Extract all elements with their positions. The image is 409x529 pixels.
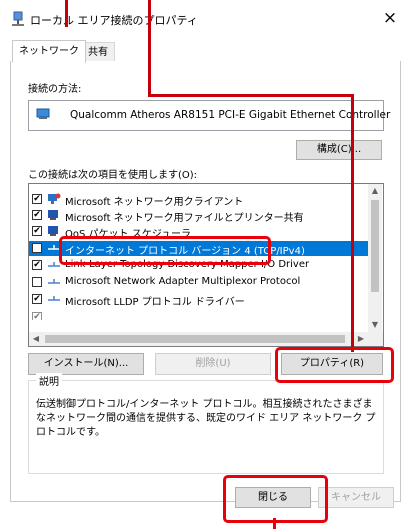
window-title: ローカル エリア接続のプロパティ [30,14,198,27]
cancel-button[interactable]: キャンセル [318,487,394,508]
protocol-icon [47,293,61,305]
list-item-partial[interactable]: ✔ [29,310,368,320]
tab-sharing[interactable]: 共有 [81,42,115,62]
checkbox-checked[interactable]: ✔ [32,243,42,253]
list-item[interactable]: ✔ Microsoft ネットワーク用ファイルとプリンター共有 [29,208,368,224]
annotation-arrow-line [65,0,68,27]
annotation-highlight-properties [275,347,394,383]
checkbox-checked[interactable]: ✔ [32,194,42,204]
annotation-arrow-line [148,0,151,97]
horizontal-scrollbar[interactable]: ◀ ▶ [29,332,383,346]
network-adapter-icon [36,107,50,121]
description-title: 説明 [36,373,62,388]
list-item-label: Microsoft ネットワーク用ファイルとプリンター共有 [65,213,304,224]
vertical-scrollbar[interactable]: ▲ ▼ [368,184,382,332]
scroll-left-icon[interactable]: ◀ [29,332,43,346]
scroll-up-icon[interactable]: ▲ [368,184,382,198]
checkbox-checked[interactable]: ✔ [32,210,42,220]
checkbox-checked[interactable]: ✔ [32,294,42,304]
list-item-label: Microsoft LLDP プロトコル ドライバー [65,297,245,308]
scroll-down-icon[interactable]: ▼ [368,318,382,332]
list-item-label: Microsoft Network Adapter Multiplexor Pr… [65,276,301,287]
network-connection-icon [11,11,25,27]
checkbox-checked[interactable]: ✔ [32,260,42,270]
list-item[interactable]: Microsoft Network Adapter Multiplexor Pr… [29,275,368,290]
scrollbar-thumb[interactable] [45,335,345,343]
tab-network[interactable]: ネットワーク [12,40,86,63]
connection-items-list[interactable]: ✔ Microsoft ネットワーク用クライアント ✔ Microsoft ネッ… [28,183,384,347]
qos-icon [47,225,61,237]
close-window-button[interactable]: × [378,6,402,30]
uninstall-button[interactable]: 削除(U) [155,353,271,375]
configure-button[interactable]: 構成(C)... [296,140,382,160]
install-button[interactable]: インストール(N)... [28,353,144,375]
connect-using-label: 接続の方法: [28,84,82,95]
annotation-highlight-close [223,475,328,523]
description-text: 伝送制御プロトコル/インターネット プロトコル。相互接続されたさまざまなネットワ… [36,399,376,438]
list-item[interactable]: ✔ Microsoft ネットワーク用クライアント [29,192,368,208]
scrollbar-thumb[interactable] [371,200,379,292]
checkbox-checked[interactable]: ✔ [32,226,42,236]
checkbox-unchecked[interactable] [32,277,42,287]
network-client-icon [47,193,61,205]
list-item-label: Microsoft ネットワーク用クライアント [65,197,244,208]
protocol-icon [47,276,61,288]
annotation-arrow-line [148,94,354,97]
annotation-arrow-line [351,94,354,352]
annotation-highlight-ipv4 [59,236,271,265]
items-label: この接続は次の項目を使用します(O): [28,170,198,181]
list-item[interactable]: ✔ Microsoft LLDP プロトコル ドライバー [29,292,368,308]
scroll-right-icon[interactable]: ▶ [354,332,368,346]
annotation-pointer-line [273,518,276,529]
adapter-name: Qualcomm Atheros AR8151 PCI-E Gigabit Et… [70,109,391,121]
file-printer-share-icon [47,209,61,221]
checkbox-checked[interactable]: ✔ [32,312,42,320]
